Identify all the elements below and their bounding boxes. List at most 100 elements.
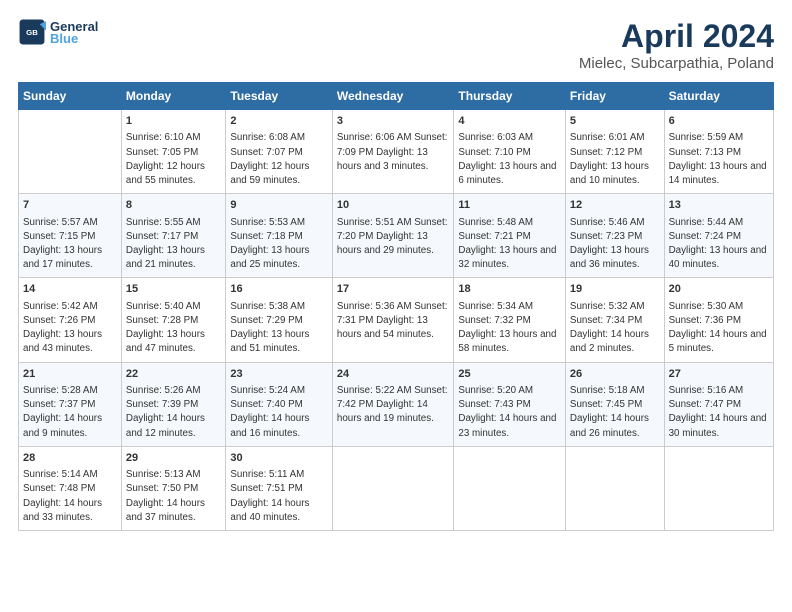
calendar-cell: 27 Sunrise: 5:16 AM Sunset: 7:47 PM Dayli… [664,362,773,446]
calendar-cell: 13Sunrise: 5:44 AM Sunset: 7:24 PM Dayli… [664,194,773,278]
calendar-cell: 4 Sunrise: 6:03 AM Sunset: 7:10 PM Daylig… [454,110,566,194]
calendar-cell: 11 Sunrise: 5:48 AM Sunset: 7:21 PM Dayli… [454,194,566,278]
day-number: 28 [23,451,117,466]
calendar-cell: 26Sunrise: 5:18 AM Sunset: 7:45 PM Dayli… [565,362,664,446]
day-number: 23 [230,367,327,382]
calendar-cell: 10 Sunrise: 5:51 AM Sunset: 7:20 PM Dayli… [332,194,454,278]
day-number: 7 [23,198,117,213]
day-number: 29 [126,451,222,466]
weekday-header: Thursday [454,83,566,110]
calendar-cell: 18 Sunrise: 5:34 AM Sunset: 7:32 PM Dayli… [454,278,566,362]
calendar-cell: 19 Sunrise: 5:32 AM Sunset: 7:34 PM Dayli… [565,278,664,362]
cell-content: Sunrise: 5:57 AM Sunset: 7:15 PM Dayligh… [23,216,117,273]
calendar-week-row: 21Sunrise: 5:28 AM Sunset: 7:37 PM Dayli… [19,362,774,446]
calendar-cell: 23 Sunrise: 5:24 AM Sunset: 7:40 PM Dayli… [226,362,332,446]
cell-content: Sunrise: 6:08 AM Sunset: 7:07 PM Dayligh… [230,131,327,188]
cell-content: Sunrise: 6:03 AM Sunset: 7:10 PM Dayligh… [458,131,561,188]
cell-content: Sunrise: 5:24 AM Sunset: 7:40 PM Dayligh… [230,384,327,441]
calendar-cell [664,446,773,530]
cell-content: Sunrise: 5:53 AM Sunset: 7:18 PM Dayligh… [230,216,327,273]
day-number: 11 [458,198,561,213]
cell-content: Sunrise: 5:34 AM Sunset: 7:32 PM Dayligh… [458,300,561,357]
calendar-cell: 20 Sunrise: 5:30 AM Sunset: 7:36 PM Dayli… [664,278,773,362]
calendar-cell: 12Sunrise: 5:46 AM Sunset: 7:23 PM Dayli… [565,194,664,278]
weekday-header: Saturday [664,83,773,110]
calendar-cell [332,446,454,530]
calendar-week-row: 28 Sunrise: 5:14 AM Sunset: 7:48 PM Dayli… [19,446,774,530]
calendar-cell [19,110,122,194]
day-number: 20 [669,282,769,297]
calendar-cell: 21Sunrise: 5:28 AM Sunset: 7:37 PM Dayli… [19,362,122,446]
logo-text: General Blue [50,19,98,46]
calendar-cell: 29Sunrise: 5:13 AM Sunset: 7:50 PM Dayli… [121,446,226,530]
calendar-cell: 24Sunrise: 5:22 AM Sunset: 7:42 PM Dayli… [332,362,454,446]
cell-content: Sunrise: 5:18 AM Sunset: 7:45 PM Dayligh… [570,384,660,441]
cell-content: Sunrise: 5:14 AM Sunset: 7:48 PM Dayligh… [23,468,117,525]
calendar-cell: 30 Sunrise: 5:11 AM Sunset: 7:51 PM Dayli… [226,446,332,530]
cell-content: Sunrise: 6:01 AM Sunset: 7:12 PM Dayligh… [570,131,660,188]
cell-content: Sunrise: 5:48 AM Sunset: 7:21 PM Dayligh… [458,216,561,273]
calendar-cell: 16Sunrise: 5:38 AM Sunset: 7:29 PM Dayli… [226,278,332,362]
header-row: SundayMondayTuesdayWednesdayThursdayFrid… [19,83,774,110]
calendar-week-row: 14 Sunrise: 5:42 AM Sunset: 7:26 PM Dayli… [19,278,774,362]
weekday-header: Tuesday [226,83,332,110]
calendar-cell: 14 Sunrise: 5:42 AM Sunset: 7:26 PM Dayli… [19,278,122,362]
day-number: 10 [337,198,450,213]
subtitle: Mielec, Subcarpathia, Poland [579,55,774,72]
cell-content: Sunrise: 6:10 AM Sunset: 7:05 PM Dayligh… [126,131,222,188]
calendar-cell: 9 Sunrise: 5:53 AM Sunset: 7:18 PM Daylig… [226,194,332,278]
day-number: 30 [230,451,327,466]
cell-content: Sunrise: 5:11 AM Sunset: 7:51 PM Dayligh… [230,468,327,525]
calendar-cell: 3Sunrise: 6:06 AM Sunset: 7:09 PM Daylig… [332,110,454,194]
calendar-cell: 8 Sunrise: 5:55 AM Sunset: 7:17 PM Daylig… [121,194,226,278]
day-number: 3 [337,114,450,129]
cell-content: Sunrise: 5:51 AM Sunset: 7:20 PM Dayligh… [337,216,450,259]
day-number: 4 [458,114,561,129]
day-number: 12 [570,198,660,213]
day-number: 22 [126,367,222,382]
cell-content: Sunrise: 5:26 AM Sunset: 7:39 PM Dayligh… [126,384,222,441]
weekday-header: Sunday [19,83,122,110]
calendar-cell: 17 Sunrise: 5:36 AM Sunset: 7:31 PM Dayli… [332,278,454,362]
day-number: 18 [458,282,561,297]
calendar-cell: 25Sunrise: 5:20 AM Sunset: 7:43 PM Dayli… [454,362,566,446]
day-number: 15 [126,282,222,297]
main-title: April 2024 [579,18,774,55]
cell-content: Sunrise: 5:36 AM Sunset: 7:31 PM Dayligh… [337,300,450,343]
cell-content: Sunrise: 5:44 AM Sunset: 7:24 PM Dayligh… [669,216,769,273]
logo: GB General Blue [18,18,98,46]
cell-content: Sunrise: 5:38 AM Sunset: 7:29 PM Dayligh… [230,300,327,357]
cell-content: Sunrise: 5:16 AM Sunset: 7:47 PM Dayligh… [669,384,769,441]
cell-content: Sunrise: 5:32 AM Sunset: 7:34 PM Dayligh… [570,300,660,357]
day-number: 19 [570,282,660,297]
logo-icon: GB [18,18,46,46]
cell-content: Sunrise: 5:30 AM Sunset: 7:36 PM Dayligh… [669,300,769,357]
weekday-header: Friday [565,83,664,110]
day-number: 1 [126,114,222,129]
cell-content: Sunrise: 5:42 AM Sunset: 7:26 PM Dayligh… [23,300,117,357]
day-number: 5 [570,114,660,129]
header: GB General Blue April 2024 Mielec, Subca… [18,18,774,72]
calendar-cell: 7 Sunrise: 5:57 AM Sunset: 7:15 PM Daylig… [19,194,122,278]
calendar-cell: 22 Sunrise: 5:26 AM Sunset: 7:39 PM Dayli… [121,362,226,446]
day-number: 8 [126,198,222,213]
calendar-cell: 6Sunrise: 5:59 AM Sunset: 7:13 PM Daylig… [664,110,773,194]
calendar-week-row: 7 Sunrise: 5:57 AM Sunset: 7:15 PM Daylig… [19,194,774,278]
calendar-cell: 2Sunrise: 6:08 AM Sunset: 7:07 PM Daylig… [226,110,332,194]
day-number: 14 [23,282,117,297]
day-number: 25 [458,367,561,382]
calendar-cell: 28 Sunrise: 5:14 AM Sunset: 7:48 PM Dayli… [19,446,122,530]
calendar-cell: 5 Sunrise: 6:01 AM Sunset: 7:12 PM Daylig… [565,110,664,194]
day-number: 21 [23,367,117,382]
calendar-table: SundayMondayTuesdayWednesdayThursdayFrid… [18,82,774,531]
cell-content: Sunrise: 5:22 AM Sunset: 7:42 PM Dayligh… [337,384,450,427]
cell-content: Sunrise: 5:55 AM Sunset: 7:17 PM Dayligh… [126,216,222,273]
day-number: 17 [337,282,450,297]
calendar-cell [454,446,566,530]
calendar-cell [565,446,664,530]
day-number: 9 [230,198,327,213]
day-number: 27 [669,367,769,382]
page: GB General Blue April 2024 Mielec, Subca… [0,0,792,541]
calendar-cell: 15Sunrise: 5:40 AM Sunset: 7:28 PM Dayli… [121,278,226,362]
weekday-header: Wednesday [332,83,454,110]
